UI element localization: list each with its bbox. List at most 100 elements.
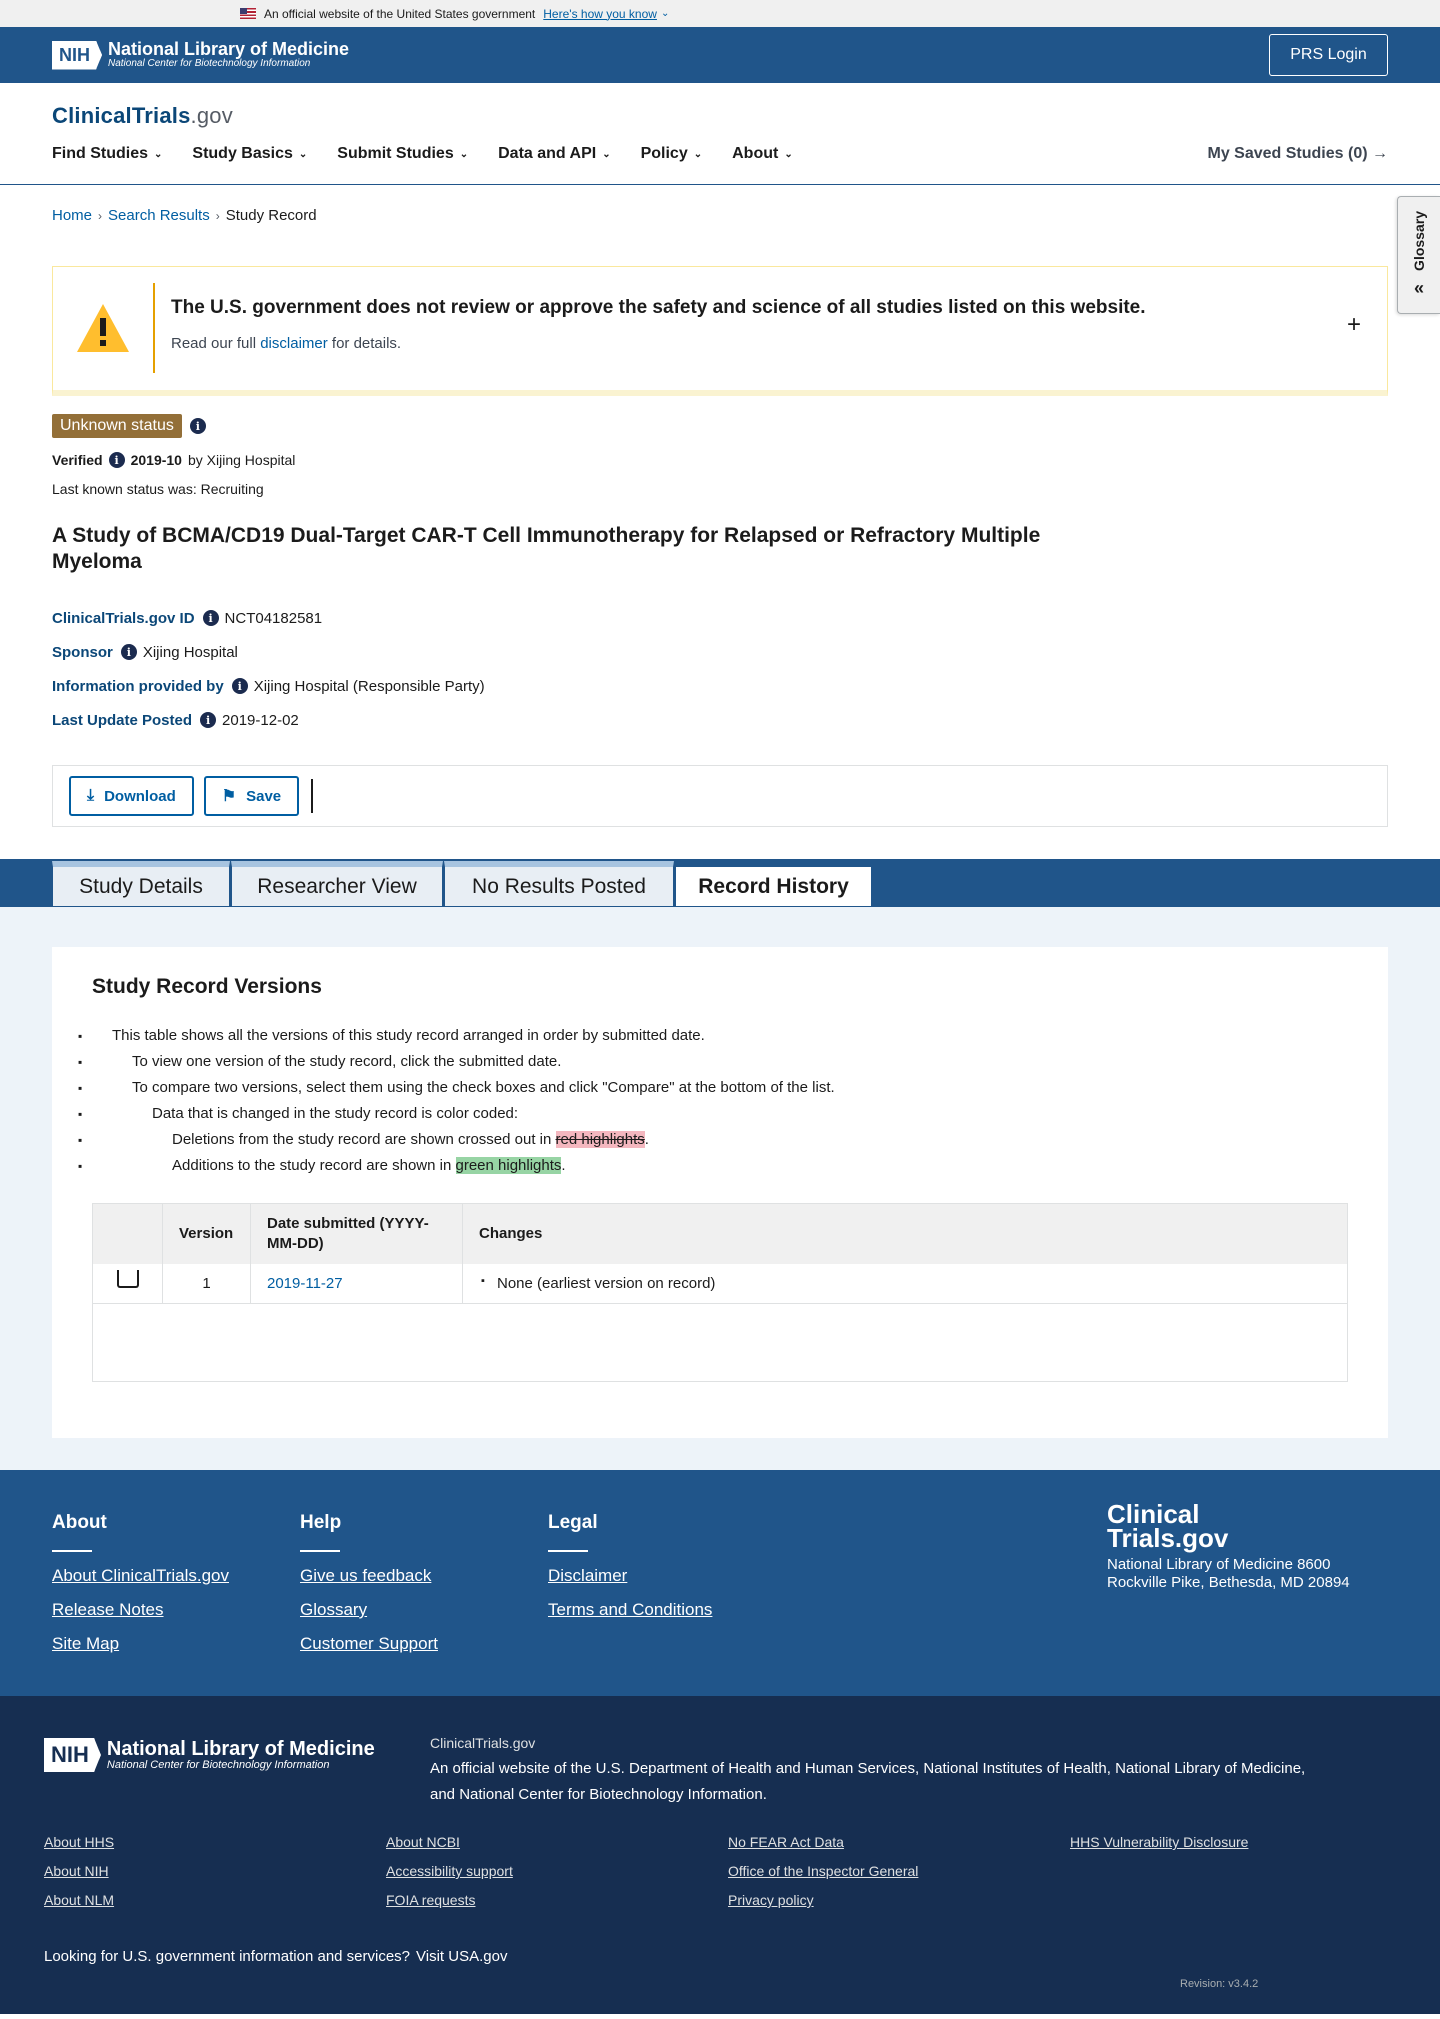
logo-suffix: .gov xyxy=(190,103,233,128)
info-icon[interactable]: i xyxy=(108,452,125,468)
select-cell xyxy=(92,1263,163,1304)
nav-study-basics[interactable]: Study Basics ⌄ xyxy=(192,145,307,163)
nav-label: Submit Studies xyxy=(337,145,454,162)
footer-ct-logo[interactable]: Clinical Trials.gov xyxy=(1107,1501,1357,1551)
tab-record-history[interactable]: Record History xyxy=(675,861,872,907)
info-icon[interactable]: i xyxy=(189,418,206,434)
link-vulnerability[interactable]: HHS Vulnerability Disclosure xyxy=(1070,1832,1412,1852)
disclaimer-link[interactable]: disclaimer xyxy=(260,335,328,352)
footer-heading: Help xyxy=(300,1512,342,1533)
hhs-link[interactable]: U.S. Department of Health and Human Serv… xyxy=(596,1760,915,1777)
disclaimer-text: Read our full disclaimer for details. xyxy=(171,335,401,352)
tab-no-results-posted[interactable]: No Results Posted xyxy=(444,861,674,907)
visit-usa-gov-link[interactable]: Visit USA.gov xyxy=(416,1948,507,1965)
gov-banner-text: An official website of the United States… xyxy=(264,6,536,21)
version-date-link[interactable]: 2019-11-27 xyxy=(267,1275,343,1292)
divider xyxy=(311,779,314,813)
site-header: ClinicalTrials.gov Find Studies ⌄ Study B… xyxy=(0,83,1440,185)
link-about-hhs[interactable]: About HHS xyxy=(44,1832,386,1852)
footer-help-col: Help Give us feedback Glossary Customer … xyxy=(300,1512,438,1668)
ncbi-subtitle: National Center for Biotechnology Inform… xyxy=(106,1758,330,1771)
empty-slot xyxy=(1070,1861,1412,1881)
footer-top: About About ClinicalTrials.gov Release N… xyxy=(0,1470,1440,1696)
nav-data-and-api[interactable]: Data and API ⌄ xyxy=(498,145,610,163)
my-saved-studies-link[interactable]: My Saved Studies (0) → xyxy=(1208,145,1389,163)
us-flag-icon xyxy=(240,8,256,19)
link-about-nih[interactable]: About NIH xyxy=(44,1861,386,1881)
chevron-right-icon: › xyxy=(215,208,220,223)
glossary-tab[interactable]: Glossary « xyxy=(1397,196,1440,314)
tab-researcher-view[interactable]: Researcher View xyxy=(231,861,443,907)
versions-table: Version Date submitted (YYYY-MM-DD) Chan… xyxy=(92,1203,1348,1382)
nav-policy[interactable]: Policy ⌄ xyxy=(641,145,703,163)
footer-link-support[interactable]: Customer Support xyxy=(300,1634,438,1654)
breadcrumb-home[interactable]: Home xyxy=(52,207,92,224)
version-checkbox[interactable] xyxy=(117,1269,139,1288)
download-button[interactable]: ⤓ Download xyxy=(69,776,194,816)
verified-row: Verified i 2019-10 by Xijing Hospital xyxy=(52,452,1388,468)
link-foia[interactable]: FOIA requests xyxy=(386,1890,728,1910)
footer-nlm-logo[interactable]: NIH National Library of Medicine Nationa… xyxy=(44,1738,375,1772)
heres-how-you-know-link[interactable]: Here's how you know xyxy=(543,7,657,21)
save-label: Save xyxy=(246,787,282,805)
meta-value: 2019-12-02 xyxy=(222,711,299,729)
clinicaltrials-logo[interactable]: ClinicalTrials.gov xyxy=(52,103,233,129)
nlm-title: National Library of Medicine xyxy=(106,1737,375,1760)
usa-gov-row: Looking for U.S. government information … xyxy=(44,1948,507,1965)
footer-address: National Library of Medicine 8600 Rockvi… xyxy=(1107,1556,1350,1591)
warning-icon xyxy=(77,304,129,352)
study-title: A Study of BCMA/CD19 Dual-Target CAR-T C… xyxy=(52,524,1041,573)
nav-submit-studies[interactable]: Submit Studies ⌄ xyxy=(337,145,468,163)
nih-link[interactable]: National Institutes of Health xyxy=(923,1760,1106,1777)
date-cell: 2019-11-27 xyxy=(250,1263,463,1304)
nlm-link[interactable]: National Library of Medicine xyxy=(1115,1760,1301,1777)
instruction-deletions: Deletions from the study record are show… xyxy=(78,1127,1348,1153)
breadcrumb-current: Study Record xyxy=(225,207,317,224)
gov-banner: An official website of the United States… xyxy=(0,0,1440,27)
table-row-empty xyxy=(92,1303,1348,1382)
footer-link-feedback[interactable]: Give us feedback xyxy=(300,1566,438,1586)
and-text: and xyxy=(430,1786,460,1803)
ncbi-link[interactable]: National Center for Biotechnology Inform… xyxy=(459,1786,763,1803)
info-icon[interactable]: i xyxy=(231,678,248,694)
chevron-right-icon: › xyxy=(98,208,103,223)
info-icon[interactable]: i xyxy=(200,712,217,728)
period: . xyxy=(561,1157,566,1174)
nlm-logo[interactable]: NIH National Library of Medicine Nationa… xyxy=(52,40,349,70)
link-about-ncbi[interactable]: About NCBI xyxy=(386,1832,728,1852)
meta-label: Information provided by xyxy=(52,677,224,695)
chevron-down-icon: ⌄ xyxy=(693,148,703,160)
chevron-down-icon[interactable]: ⌄ xyxy=(661,8,669,19)
expand-plus-icon[interactable]: + xyxy=(1347,311,1361,339)
link-inspector-general[interactable]: Office of the Inspector General xyxy=(728,1861,1070,1881)
link-privacy[interactable]: Privacy policy xyxy=(728,1890,1070,1910)
ncbi-subtitle: National Center for Biotechnology Inform… xyxy=(108,58,311,69)
official-text: An official website of the U.S. Departme… xyxy=(430,1760,1306,1803)
link-accessibility[interactable]: Accessibility support xyxy=(386,1861,728,1881)
status-row: Unknown status i xyxy=(52,414,1388,438)
green-highlight-sample: green highlights xyxy=(455,1157,562,1174)
nav-find-studies[interactable]: Find Studies ⌄ xyxy=(52,145,162,163)
link-no-fear[interactable]: No FEAR Act Data xyxy=(728,1832,1070,1852)
verified-by: by Xijing Hospital xyxy=(187,452,296,468)
warning-icon-wrap xyxy=(53,283,155,373)
footer-link-release-notes[interactable]: Release Notes xyxy=(52,1600,229,1620)
save-button[interactable]: ⚑ Save xyxy=(203,776,300,816)
footer-link-terms[interactable]: Terms and Conditions xyxy=(548,1600,712,1620)
breadcrumb-search-results[interactable]: Search Results xyxy=(108,207,210,224)
footer-bottom: NIH National Library of Medicine Nationa… xyxy=(0,1696,1440,2014)
info-icon[interactable]: i xyxy=(202,610,219,626)
footer-brand: Clinical Trials.gov National Library of M… xyxy=(1107,1501,1357,1592)
footer-link-disclaimer[interactable]: Disclaimer xyxy=(548,1566,712,1586)
nav-about[interactable]: About ⌄ xyxy=(732,145,793,163)
info-icon[interactable]: i xyxy=(120,644,137,660)
tab-study-details[interactable]: Study Details xyxy=(52,861,230,907)
logo-main: ClinicalTrials xyxy=(52,103,191,128)
changes-cell: None (earliest version on record) xyxy=(462,1263,1348,1304)
select-column-header xyxy=(92,1203,163,1264)
prs-login-button[interactable]: PRS Login xyxy=(1269,34,1388,76)
footer-link-about[interactable]: About ClinicalTrials.gov xyxy=(52,1566,229,1586)
link-about-nlm[interactable]: About NLM xyxy=(44,1890,386,1910)
footer-link-site-map[interactable]: Site Map xyxy=(52,1634,229,1654)
footer-link-glossary[interactable]: Glossary xyxy=(300,1600,438,1620)
